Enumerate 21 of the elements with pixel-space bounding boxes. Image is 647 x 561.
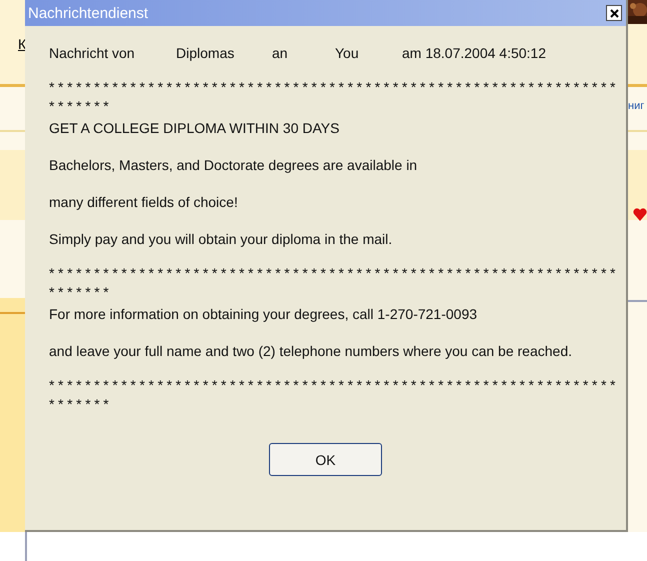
link[interactable]: ниг [628, 100, 644, 112]
date-text: am 18.07.2004 4:50:12 [402, 44, 546, 60]
close-button[interactable] [606, 5, 622, 21]
window-title: Nachrichtendienst [28, 4, 148, 22]
message-text: Simply pay and you will obtain your diploma in the mail. [49, 230, 394, 248]
heart-icon [633, 208, 647, 221]
message-text: GET A COLLEGE DIPLOMA WITHIN 30 DAYS [49, 119, 340, 137]
link[interactable]: К [18, 36, 26, 52]
separator-text: ********************************************************************** [49, 78, 620, 116]
message-text: and leave your full name and two (2) telephone numbers where you can be reached. [49, 342, 573, 360]
message-text: Bachelors, Masters, and Doctorate degrees are available in [49, 156, 418, 174]
recipient-name: You [335, 44, 360, 60]
close-icon [610, 8, 618, 18]
message-text: many different fields of choice! [49, 193, 239, 211]
sender-label: Nachricht von [49, 44, 136, 60]
ok-button[interactable]: OK [269, 443, 382, 476]
sender-name: Diplomas [176, 44, 236, 60]
recipient-label: an [272, 44, 289, 60]
message-text: For more information on obtaining your degrees, call 1-270-721-0093 [49, 305, 478, 323]
separator-text: ********************************************************************** [49, 376, 620, 414]
separator-text: ********************************************************************** [49, 264, 620, 302]
